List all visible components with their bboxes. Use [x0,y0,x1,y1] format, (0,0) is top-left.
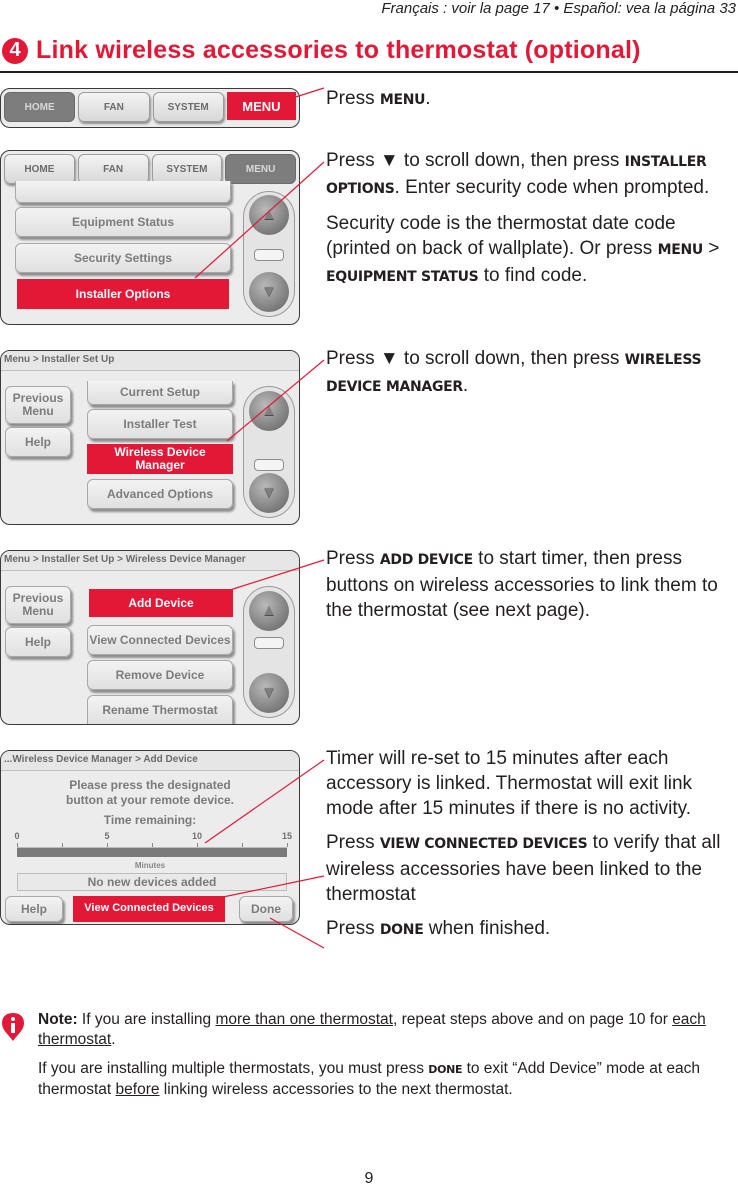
step-number-badge: 4 [2,37,28,64]
time-scale: 0 5 10 15 [14,831,292,847]
down-arrow-icon: ▼ [261,283,277,300]
time-remaining-label: Time remaining: [103,813,197,827]
scroll-control: ▲ ▼ [243,586,295,718]
help-button[interactable]: Help [5,896,63,922]
language-note: Français : voir la page 17 • Español: ve… [381,0,736,17]
previous-menu-button[interactable]: Previous Menu [5,586,71,624]
breadcrumb: Menu > Installer Set Up [1,351,299,371]
scroll-down-button[interactable]: ▼ [249,473,289,513]
note-block: Note: If you are installing more than on… [38,1011,706,1098]
keyword-view-connected-devices: VIEW CONNECTED DEVICES [379,836,588,852]
keyword-add-device: ADD DEVICE [379,552,473,568]
scale-tick-label: 10 [191,831,203,841]
down-arrow-icon: ▼ [261,684,277,701]
menu-item-installer-options[interactable]: Installer Options [17,279,229,309]
scroll-up-button[interactable]: ▲ [249,391,289,431]
tab-menu-highlighted[interactable]: MENU [226,92,296,120]
tab-system[interactable]: SYSTEM [151,154,223,184]
tab-fan[interactable]: FAN [77,154,149,184]
help-button[interactable]: Help [5,627,71,657]
menu-item-installer-test[interactable]: Installer Test [87,409,233,439]
info-icon [2,1013,24,1041]
heading-divider [0,71,738,73]
screen-wireless-device-manager: Menu > Installer Set Up > Wireless Devic… [0,550,300,725]
done-button[interactable]: Done [239,896,293,922]
prompt-line-1: Please press the designated [69,778,231,792]
page-title: Link wireless accessories to thermostat … [36,36,641,64]
previous-menu-button[interactable]: Previous Menu [5,386,71,424]
scroll-up-button[interactable]: ▲ [249,591,289,631]
keyword-menu: MENU [657,242,704,258]
menu-item-wireless-device-manager[interactable]: Wireless Device Manager [87,444,233,474]
scroll-control: ▲ ▼ [243,191,295,317]
up-arrow-icon: ▲ [261,602,277,619]
up-arrow-icon: ▲ [261,206,277,223]
remove-device-button[interactable]: Remove Device [87,660,233,690]
screen-menu-list: HOME FAN SYSTEM MENU Equipment Status Se… [0,150,300,325]
menu-item-hidden[interactable] [15,181,231,203]
menu-item-current-setup[interactable]: Current Setup [87,381,233,405]
tab-home[interactable]: HOME [4,92,76,122]
keyword-done: DONE [428,1063,463,1076]
scale-tick [287,843,288,847]
menu-item-equipment-status[interactable]: Equipment Status [15,207,231,237]
screen-menu-bar: HOME FAN SYSTEM MENU [0,88,300,128]
menu-item-security-settings[interactable]: Security Settings [15,243,231,273]
tab-home[interactable]: HOME [4,154,75,184]
scale-tick-label: 5 [104,831,110,841]
tab-menu[interactable]: MENU [225,154,296,184]
scroll-indicator [254,249,284,261]
breadcrumb: Menu > Installer Set Up > Wireless Devic… [1,551,299,571]
tab-fan[interactable]: FAN [78,92,150,122]
screen-add-device: ...Wireless Device Manager > Add Device … [0,750,300,925]
section-heading: 4 Link wireless accessories to thermosta… [2,36,641,65]
view-connected-devices-button[interactable]: View Connected Devices [73,896,225,922]
add-device-button[interactable]: Add Device [89,589,233,617]
time-remaining-bar [17,847,287,857]
instruction-timer: Timer will re-set to 15 minutes after ea… [326,748,721,939]
scroll-indicator [254,637,284,649]
instruction-installer-options: Press ▼ to scroll down, then press INSTA… [326,150,720,286]
up-arrow-icon: ▲ [261,402,277,419]
page-number: 9 [364,1170,374,1187]
tab-system[interactable]: SYSTEM [152,92,224,122]
prompt-line-2: button at your remote device. [65,793,235,807]
status-message: No new devices added [17,873,287,891]
instruction-add-device: Press ADD DEVICE to start timer, then pr… [326,548,718,621]
scale-unit-label: Minutes [134,861,166,870]
scale-tick-label: 15 [281,831,293,841]
menu-item-advanced-options[interactable]: Advanced Options [87,479,233,509]
keyword-menu: MENU [379,92,426,108]
instruction-wireless-device-manager: Press ▼ to scroll down, then press WIREL… [326,348,702,396]
keyword-done: DONE [379,922,424,938]
rename-thermostat-button[interactable]: Rename Thermostat [87,695,233,724]
scroll-up-button[interactable]: ▲ [249,195,289,235]
scale-tick-label: 0 [14,831,20,841]
breadcrumb: ...Wireless Device Manager > Add Device [1,751,299,771]
scroll-down-button[interactable]: ▼ [249,673,289,713]
help-button[interactable]: Help [5,427,71,457]
scroll-indicator [254,459,284,471]
note-label: Note: [38,1011,78,1028]
keyword-equipment-status: EQUIPMENT STATUS [326,269,479,285]
screen-installer-setup: Menu > Installer Set Up Previous Menu He… [0,350,300,525]
down-arrow-icon: ▼ [261,484,277,501]
scroll-down-button[interactable]: ▼ [249,272,289,312]
view-connected-devices-button[interactable]: View Connected Devices [87,625,233,655]
instruction-press-menu: Press MENU. [326,88,431,109]
scroll-control: ▲ ▼ [243,386,295,518]
